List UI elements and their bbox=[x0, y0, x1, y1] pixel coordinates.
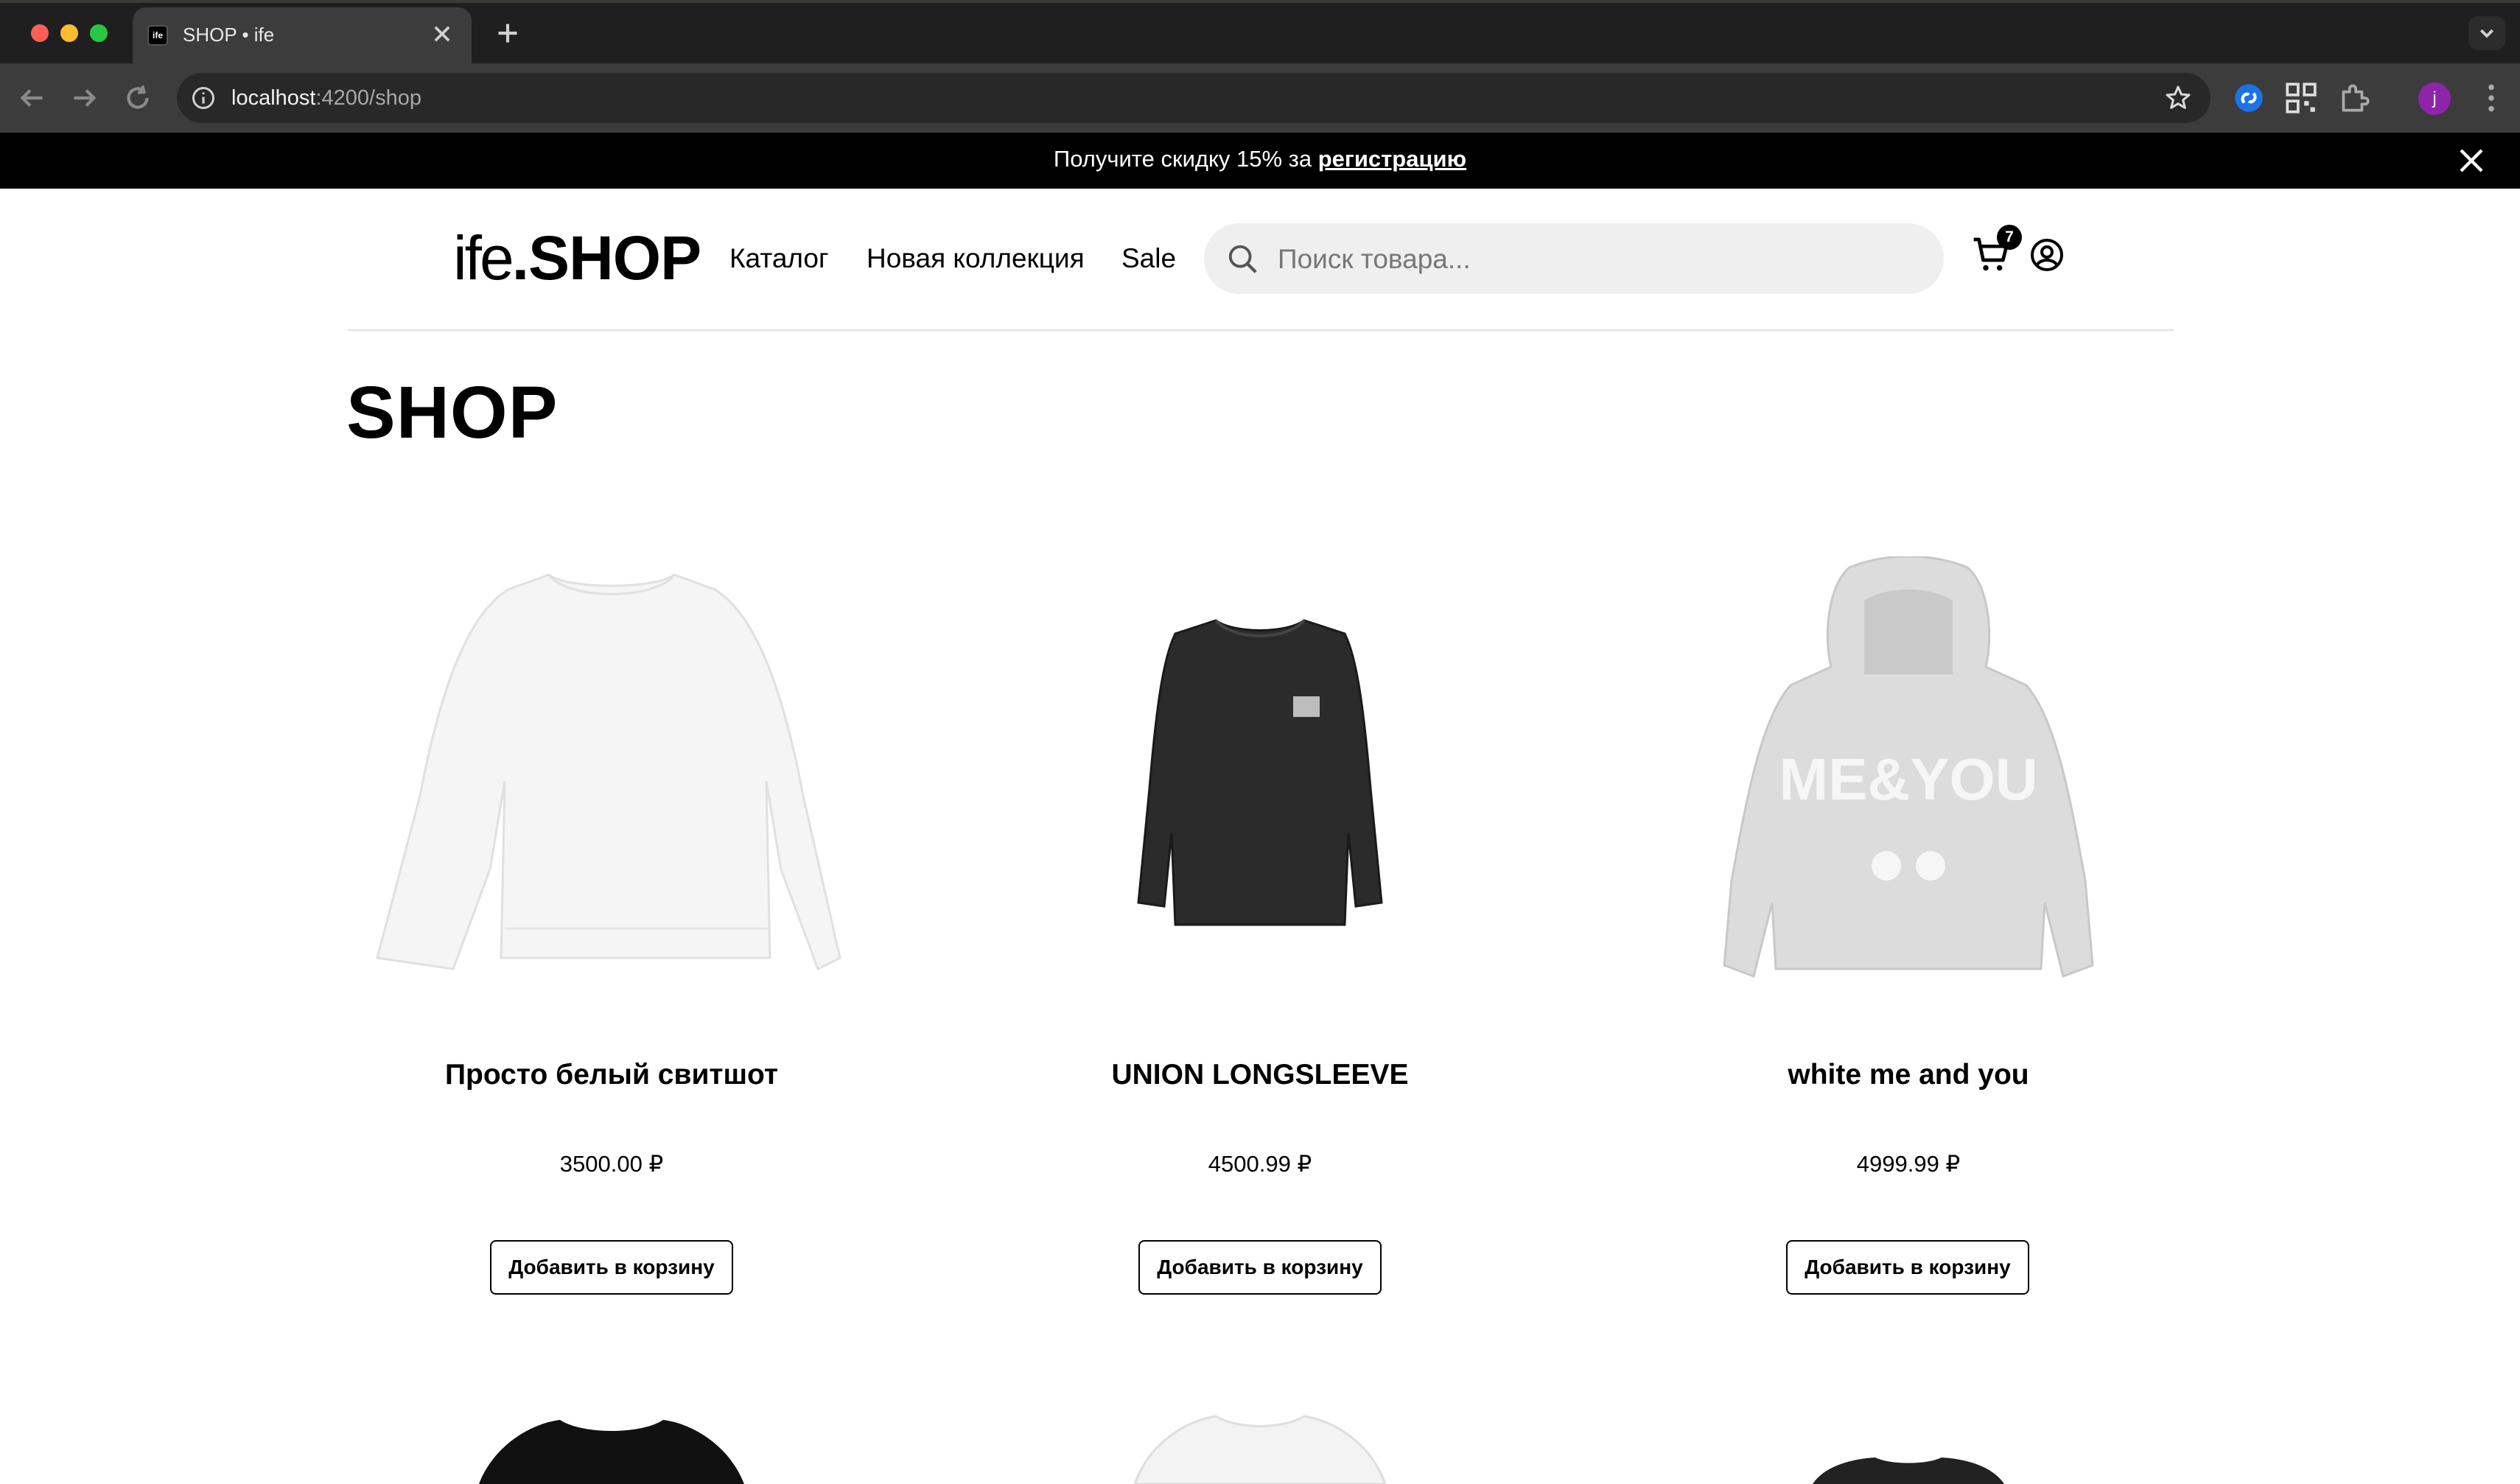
registration-link[interactable]: регистрацию bbox=[1318, 146, 1466, 172]
user-account-icon[interactable] bbox=[2029, 237, 2065, 273]
tab-close-icon[interactable] bbox=[426, 18, 458, 50]
nav-new-collection[interactable]: Новая коллекция bbox=[867, 243, 1085, 274]
white-tshirt-image[interactable] bbox=[1127, 1413, 1393, 1484]
window-close-button[interactable] bbox=[31, 24, 49, 42]
product-price: 4999.99 ₽ bbox=[1856, 1151, 1961, 1177]
black-longsleeve-image[interactable] bbox=[1135, 612, 1385, 928]
search-icon bbox=[1228, 245, 1257, 273]
back-arrow-icon[interactable] bbox=[13, 80, 50, 116]
product-price: 3500.00 ₽ bbox=[559, 1151, 664, 1177]
browser-toolbar: localhost:4200/shop bbox=[0, 63, 2520, 133]
site-logo[interactable]: ife.SHOP bbox=[453, 221, 701, 295]
dark-tshirt-image[interactable] bbox=[1805, 1456, 2012, 1484]
extensions-puzzle-icon[interactable] bbox=[2336, 80, 2373, 116]
logo-bold-part: .SHOP bbox=[511, 223, 701, 293]
address-bar[interactable]: localhost:4200/shop bbox=[177, 73, 2211, 123]
add-to-cart-button[interactable]: Добавить в корзину bbox=[1138, 1240, 1382, 1295]
promo-message: Получите скидку 15% за bbox=[1053, 146, 1318, 172]
cart-count-badge: 7 bbox=[1997, 225, 2022, 250]
tab-search-chevron-icon[interactable] bbox=[2468, 16, 2505, 50]
page-title: SHOP bbox=[346, 371, 559, 454]
browser-menu-icon[interactable] bbox=[2473, 80, 2510, 116]
url-host: localhost bbox=[231, 86, 316, 110]
promo-text: Получите скидку 15% за регистрацию bbox=[0, 146, 2520, 172]
add-to-cart-button[interactable]: Добавить в корзину bbox=[490, 1240, 733, 1295]
promo-banner: Получите скидку 15% за регистрацию bbox=[0, 133, 2520, 189]
product-name[interactable]: UNION LONGSLEEVE bbox=[1002, 1059, 1518, 1091]
logo-light-part: ife bbox=[453, 223, 514, 293]
tab-title: SHOP • ife bbox=[183, 24, 275, 46]
window-minimize-button[interactable] bbox=[60, 24, 78, 42]
nav-sale[interactable]: Sale bbox=[1121, 243, 1176, 274]
bookmark-star-icon[interactable] bbox=[2163, 83, 2193, 113]
white-sweatshirt-image[interactable] bbox=[368, 560, 855, 980]
nav-catalog[interactable]: Каталог bbox=[729, 243, 829, 274]
reload-icon[interactable] bbox=[119, 80, 156, 116]
product-price: 4500.99 ₽ bbox=[1208, 1151, 1312, 1177]
grey-hoodie-image[interactable]: ME&YOU bbox=[1717, 556, 2100, 984]
url-text[interactable]: localhost:4200/shop bbox=[231, 86, 421, 111]
search-input[interactable] bbox=[1276, 238, 1913, 281]
site-info-icon[interactable] bbox=[190, 85, 217, 111]
profile-avatar[interactable]: j bbox=[2418, 83, 2451, 115]
forward-arrow-icon[interactable] bbox=[66, 80, 103, 116]
url-path: :4200/shop bbox=[315, 86, 421, 110]
window-top-edge bbox=[0, 0, 2520, 3]
svg-text:ME&YOU: ME&YOU bbox=[1779, 746, 2037, 812]
add-to-cart-button[interactable]: Добавить в корзину bbox=[1786, 1240, 2029, 1295]
qr-code-icon[interactable] bbox=[2283, 80, 2320, 116]
window-zoom-button[interactable] bbox=[90, 24, 108, 42]
new-tab-icon[interactable] bbox=[489, 15, 526, 52]
shazam-extension-icon[interactable] bbox=[2230, 80, 2267, 116]
product-name[interactable]: Просто белый свитшот bbox=[354, 1059, 869, 1091]
black-tshirt-image[interactable] bbox=[464, 1416, 759, 1484]
product-name[interactable]: white me and you bbox=[1651, 1059, 2166, 1091]
header-divider bbox=[348, 329, 2174, 331]
close-icon[interactable] bbox=[2454, 143, 2489, 178]
browser-tab-bar: ife SHOP • ife bbox=[0, 0, 2520, 63]
browser-tab-active[interactable]: ife SHOP • ife bbox=[133, 7, 472, 63]
site-favicon-icon: ife bbox=[147, 25, 168, 46]
search-bar[interactable] bbox=[1204, 223, 1944, 294]
